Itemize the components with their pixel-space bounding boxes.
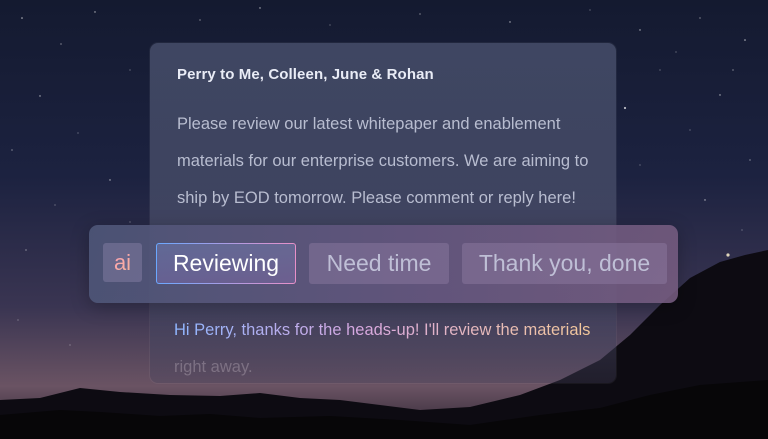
reply-option-need-time[interactable]: Need time bbox=[309, 243, 449, 284]
draft-reply-line-2: right away. bbox=[174, 358, 253, 376]
ai-badge-label: ai bbox=[113, 249, 132, 275]
email-sender-line: Perry to Me, Colleen, June & Rohan bbox=[177, 66, 434, 83]
reply-option-thank-you-done[interactable]: Thank you, done bbox=[462, 243, 667, 284]
email-body-text: Please review our latest whitepaper and … bbox=[177, 115, 589, 207]
ai-badge-icon: ai bbox=[103, 243, 142, 282]
draft-reply-line-1: Hi Perry, thanks for the heads-up! I'll … bbox=[174, 321, 591, 339]
draft-reply-preview[interactable]: Hi Perry, thanks for the heads-up! I'll … bbox=[174, 312, 614, 386]
reply-option-reviewing[interactable]: Reviewing bbox=[156, 243, 296, 284]
